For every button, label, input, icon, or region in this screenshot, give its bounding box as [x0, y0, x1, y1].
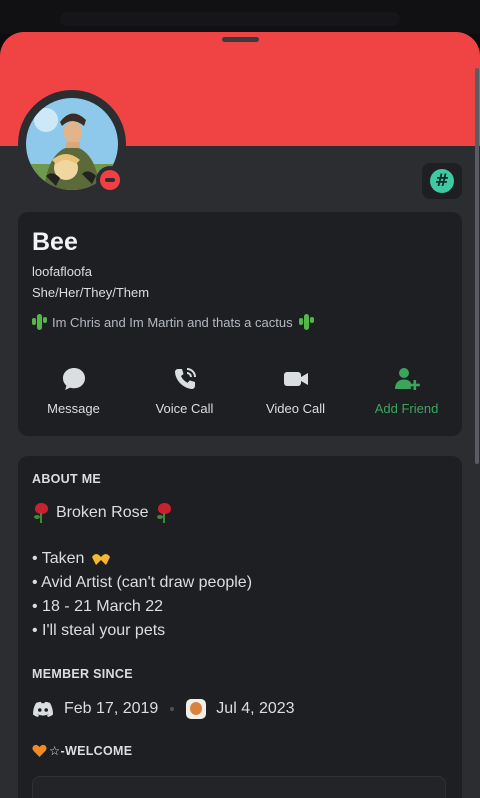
discord-logo-icon: [33, 701, 53, 717]
orange-heart-icon: [32, 744, 47, 757]
server-join-date: Jul 4, 2023: [216, 700, 295, 717]
bio-title-line: Broken Rose: [32, 501, 252, 525]
avatar-container[interactable]: [18, 90, 126, 198]
message-label: Message: [47, 401, 100, 416]
cactus-icon: [298, 314, 314, 330]
server-icon: [186, 699, 207, 719]
custom-status-text: Im Chris and Im Martin and thats a cactu…: [52, 314, 293, 330]
member-since-row: Feb 17, 2019 Jul 4, 2023: [32, 696, 295, 722]
separator-dot: [170, 707, 175, 711]
discord-join-date: Feb 17, 2019: [64, 700, 159, 717]
cactus-icon: [32, 314, 47, 330]
roles-heading-text: ☆-WELCOME: [49, 744, 133, 758]
rose-icon: [155, 503, 173, 523]
drag-handle[interactable]: [222, 37, 259, 42]
video-camera-icon: [284, 372, 308, 386]
add-friend-icon: [395, 368, 420, 390]
about-card: ABOUT ME Broken Rose • Taken • Avid Arti…: [18, 456, 462, 798]
bio-bullet: • I'll steal your pets: [32, 622, 166, 639]
about-me-heading: ABOUT ME: [32, 472, 102, 486]
video-call-label: Video Call: [265, 401, 326, 416]
rose-icon: [32, 503, 50, 523]
status-bar-area: [0, 0, 480, 34]
video-call-button[interactable]: Video Call: [240, 362, 351, 422]
bio-bullet: • 18 - 21 March 22: [32, 598, 163, 615]
custom-status: Im Chris and Im Martin and thats a cactu…: [32, 314, 314, 330]
pronouns: She/Her/They/Them: [32, 285, 150, 300]
voice-call-button[interactable]: Voice Call: [129, 362, 240, 422]
voice-call-label: Voice Call: [155, 401, 214, 416]
add-friend-label: Add Friend: [374, 401, 439, 416]
add-friend-button[interactable]: Add Friend: [351, 362, 462, 422]
bio-bullet: • Avid Artist (can't draw people): [32, 574, 253, 591]
message-button[interactable]: Message: [18, 362, 129, 422]
action-row: Message Voice Call Video Call Add Friend: [18, 362, 462, 422]
username[interactable]: loofafloofa: [32, 264, 92, 279]
roles-heading: ☆-WELCOME: [32, 743, 132, 758]
phone-icon: [175, 368, 196, 389]
member-since-heading: MEMBER SINCE: [32, 667, 133, 681]
background-app-peek: [60, 12, 400, 26]
chat-bubble-icon: [63, 368, 85, 390]
bio-title: Broken Rose: [56, 504, 149, 521]
profile-card: Bee loofafloofa She/Her/They/Them Im Chr…: [18, 212, 462, 436]
hashtag-icon: #: [430, 169, 454, 193]
heart-hands-icon: [92, 554, 111, 565]
scrollbar[interactable]: [475, 68, 479, 464]
bio: Broken Rose • Taken • Avid Artist (can't…: [32, 501, 252, 643]
dnd-status-indicator: [96, 166, 124, 194]
profile-sheet: # Bee loofafloofa She/Her/They/Them Im C…: [0, 32, 480, 798]
display-name: Bee: [32, 228, 78, 256]
bio-bullet: • Taken: [32, 547, 252, 571]
dnd-icon: [100, 170, 120, 190]
profile-badge-button[interactable]: #: [422, 163, 462, 199]
roles-container: [32, 776, 446, 798]
